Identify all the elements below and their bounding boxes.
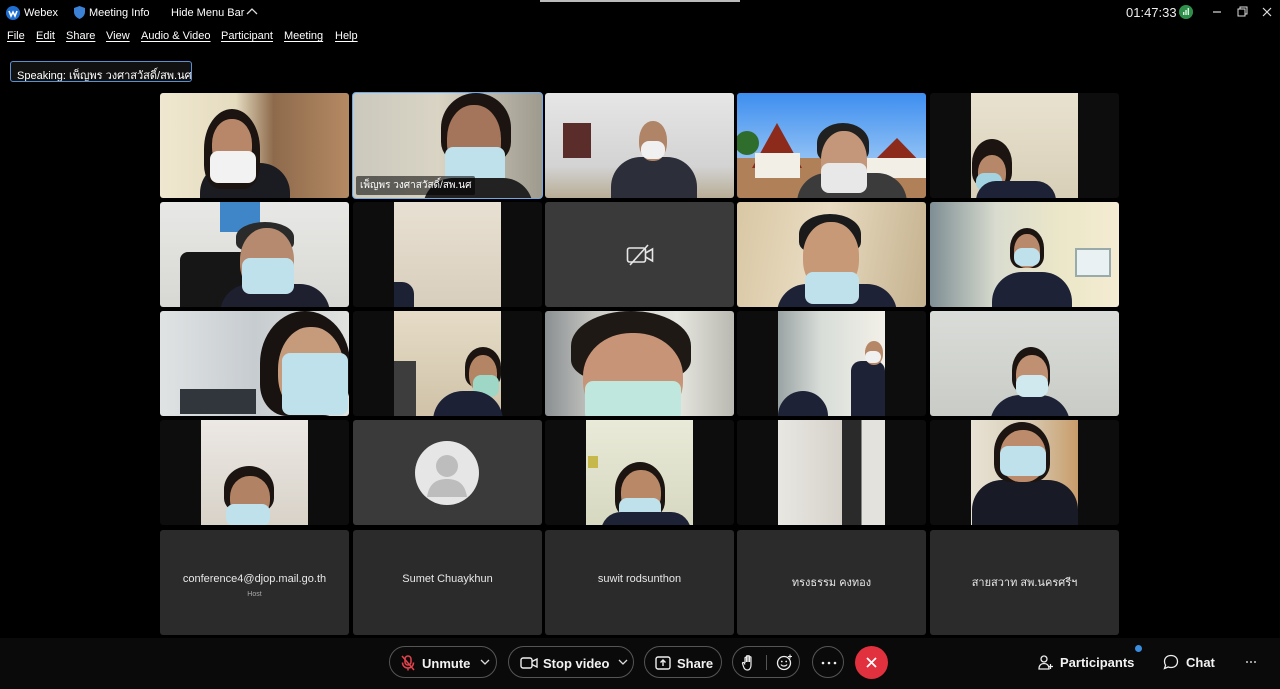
top-progress-strip	[540, 0, 740, 2]
video-tile-no-avatar[interactable]	[353, 420, 542, 525]
menu-share[interactable]: Share	[66, 30, 95, 42]
chevron-down-icon[interactable]	[480, 658, 490, 666]
x-icon	[866, 657, 877, 668]
participant-name: Sumet Chuaykhun	[402, 573, 493, 585]
menu-audio-video[interactable]: Audio & Video	[141, 30, 211, 42]
video-tile[interactable]	[930, 420, 1119, 525]
video-tile[interactable]	[737, 202, 926, 307]
host-badge: Host	[247, 591, 262, 598]
name-tile[interactable]: ทรงธรรม คงทอง	[737, 530, 926, 635]
unmute-label: Unmute	[422, 656, 471, 671]
video-tile[interactable]	[737, 420, 926, 525]
meeting-timer: 01:47:33	[1126, 5, 1177, 20]
stop-video-label: Stop video	[543, 656, 610, 671]
more-panels-icon[interactable]	[1245, 660, 1257, 664]
microphone-muted-icon	[401, 655, 415, 671]
video-tile[interactable]	[160, 311, 349, 416]
video-tile[interactable]	[160, 420, 349, 525]
close-icon[interactable]	[1259, 4, 1275, 20]
video-tile[interactable]	[160, 93, 349, 198]
name-tile[interactable]: Sumet Chuaykhun	[353, 530, 542, 635]
meeting-control-bar: Unmute Stop video Share Participants Cha…	[0, 638, 1280, 689]
share-button[interactable]: Share	[644, 646, 722, 678]
video-tile-active-speaker[interactable]: เพ็ญพร วงศาสวัสดิ์/สพ.นศ	[352, 92, 543, 199]
participant-name: สายสวาท สพ.นครศรีฯ	[971, 577, 1078, 589]
unmute-button[interactable]: Unmute	[389, 646, 497, 678]
camera-off-icon	[626, 244, 654, 266]
menu-edit[interactable]: Edit	[36, 30, 55, 42]
video-tile[interactable]	[737, 93, 926, 198]
menu-meeting[interactable]: Meeting	[284, 30, 323, 42]
share-screen-icon	[655, 656, 671, 670]
menu-participant[interactable]: Participant	[221, 30, 273, 42]
participant-name: ทรงธรรม คงทอง	[791, 577, 872, 589]
name-tile-host[interactable]: conference4@djop.mail.go.th Host	[160, 530, 349, 635]
app-name: Webex	[24, 7, 59, 19]
name-tile[interactable]: สายสวาท สพ.นครศรีฯ	[930, 530, 1119, 635]
video-tile[interactable]	[545, 311, 734, 416]
share-label: Share	[677, 656, 714, 671]
notification-dot	[1135, 645, 1142, 652]
video-tile[interactable]	[545, 93, 734, 198]
name-tile[interactable]: suwit rodsunthon	[545, 530, 734, 635]
chevron-down-icon[interactable]	[618, 658, 628, 666]
participant-name: suwit rodsunthon	[597, 573, 682, 585]
speaking-indicator: Speaking: เพ็ญพร วงศาสวัสดิ์/สพ.นศ	[10, 61, 192, 82]
menu-view[interactable]: View	[106, 30, 130, 42]
default-avatar-icon	[415, 441, 479, 505]
video-tile[interactable]	[353, 202, 542, 307]
video-tile[interactable]	[160, 202, 349, 307]
reactions-group	[732, 646, 800, 678]
chat-button[interactable]: Chat	[1186, 655, 1215, 670]
participants-icon[interactable]	[1038, 654, 1054, 670]
hide-menu-bar-button[interactable]: Hide Menu Bar	[171, 7, 244, 19]
participant-name-label: เพ็ญพร วงศาสวัสดิ์/สพ.นศ	[356, 176, 476, 195]
raise-hand-icon[interactable]	[741, 654, 757, 672]
participants-button[interactable]: Participants	[1060, 655, 1134, 670]
emoji-reaction-icon[interactable]	[776, 654, 793, 671]
title-bar: Webex Meeting Info Hide Menu Bar 01:47:3…	[0, 0, 1280, 26]
meeting-info-button[interactable]: Meeting Info	[89, 7, 150, 19]
chat-bubble-icon[interactable]	[1163, 654, 1179, 670]
chevron-up-icon[interactable]	[246, 6, 258, 18]
stop-video-button[interactable]: Stop video	[508, 646, 634, 678]
more-options-button[interactable]	[812, 646, 844, 678]
network-health-icon[interactable]	[1179, 5, 1193, 19]
minimize-icon[interactable]	[1209, 4, 1225, 20]
participant-name: conference4@djop.mail.go.th	[182, 573, 327, 585]
restore-icon[interactable]	[1234, 4, 1250, 20]
shield-icon	[74, 6, 85, 19]
video-tile[interactable]	[930, 311, 1119, 416]
end-call-button[interactable]	[855, 646, 888, 679]
video-tile[interactable]	[353, 311, 542, 416]
menu-bar: File Edit Share View Audio & Video Parti…	[0, 30, 1280, 44]
webex-logo-icon	[6, 6, 20, 20]
video-tile-camera-off[interactable]	[545, 202, 734, 307]
menu-help[interactable]: Help	[335, 30, 358, 42]
divider	[766, 655, 767, 670]
ellipsis-icon	[821, 661, 837, 665]
menu-file[interactable]: File	[7, 30, 25, 42]
video-tile[interactable]	[930, 93, 1119, 198]
video-tile[interactable]	[930, 202, 1119, 307]
video-camera-icon	[520, 657, 538, 669]
video-tile[interactable]	[545, 420, 734, 525]
video-tile[interactable]	[737, 311, 926, 416]
